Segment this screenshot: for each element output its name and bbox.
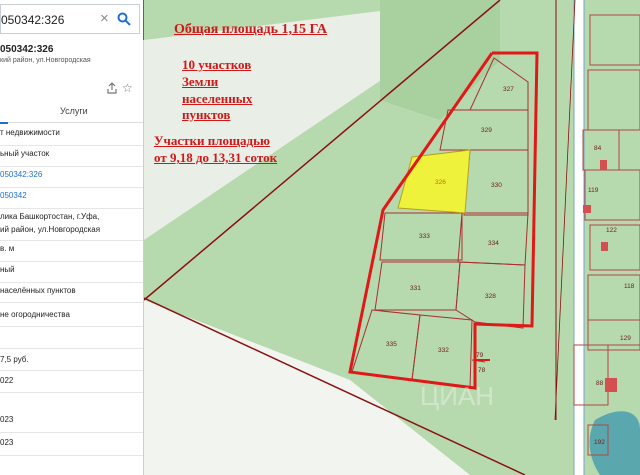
count-annotation-2: Земли <box>182 74 219 89</box>
row-divider <box>0 208 143 209</box>
info-row: 023 <box>0 438 14 447</box>
search-bar[interactable]: 050342:326 × <box>0 4 140 34</box>
row-divider <box>0 432 143 433</box>
close-icon[interactable]: × <box>100 11 114 27</box>
east-parcel-label-118: 118 <box>624 283 635 290</box>
row-divider <box>0 392 143 393</box>
plot-label-78: 78 <box>478 367 486 374</box>
star-icon[interactable]: ☆ <box>122 82 133 94</box>
plot-label-329: 329 <box>481 127 492 134</box>
info-row: 7,5 руб. <box>0 355 29 364</box>
info-row-link[interactable]: 050342 <box>0 191 143 200</box>
count-annotation-1: 10 участков <box>182 57 252 72</box>
row-divider <box>0 370 143 371</box>
row-divider <box>0 261 143 262</box>
row-divider <box>0 348 143 349</box>
info-row: 023 <box>0 415 14 424</box>
east-parcel-label-88: 88 <box>596 380 604 387</box>
row-divider <box>0 326 143 327</box>
parcel-title: 050342:326 <box>0 44 54 55</box>
row-divider <box>0 282 143 283</box>
tab-bar: Услуги <box>0 100 143 124</box>
plot-label-330: 330 <box>491 182 502 189</box>
plot-label-326: 326 <box>435 179 446 186</box>
search-input[interactable]: 050342:326 <box>1 13 64 27</box>
plot-label-79: 79 <box>476 352 484 359</box>
plot-label-331: 331 <box>410 285 421 292</box>
tab-services[interactable]: Услуги <box>60 106 88 116</box>
east-parcel-label-192: 192 <box>594 439 605 446</box>
tab-info[interactable] <box>0 100 8 124</box>
plot-label-332: 332 <box>438 347 449 354</box>
row-divider <box>0 166 143 167</box>
area-annotation: Общая площадь 1,15 ГА <box>174 22 328 37</box>
east-parcel-label-122: 122 <box>606 227 617 234</box>
info-row-link[interactable]: 050342:326 <box>0 170 143 179</box>
info-row: населённых пунктов <box>0 286 76 295</box>
count-annotation-3: населенных <box>182 91 253 106</box>
row-divider <box>0 455 143 456</box>
plot-label-335: 335 <box>386 341 397 348</box>
row-divider <box>0 145 143 146</box>
plot-label-334: 334 <box>488 240 499 247</box>
size-annotation-1: Участки площадью <box>154 133 270 148</box>
info-row: ьный участок <box>0 149 50 158</box>
row-divider <box>0 240 143 241</box>
road-vertical <box>574 0 584 475</box>
info-panel: 050342:326 × 050342:326 кий район, ул.Но… <box>0 0 144 475</box>
info-row: не огородничества <box>0 310 70 319</box>
info-row: в. м <box>0 244 15 253</box>
cadastral-map[interactable]: 327 329 326 330 333 334 331 328 335 332 79 78 84 119… <box>144 0 640 475</box>
plot-label-333: 333 <box>419 233 430 240</box>
parcel-address: кий район, ул.Новгородская <box>0 57 91 64</box>
size-annotation-2: от 9,18 до 13,31 соток <box>154 150 278 165</box>
info-row: 022 <box>0 376 14 385</box>
count-annotation-4: пунктов <box>182 107 231 122</box>
east-parcel-label-84: 84 <box>594 145 602 152</box>
search-icon[interactable] <box>117 12 131 26</box>
east-parcel-label-129: 129 <box>620 335 631 342</box>
info-row: т недвижимости <box>0 128 60 137</box>
plot-label-327: 327 <box>503 86 514 93</box>
info-row: ный <box>0 265 15 274</box>
info-row: ий район, ул.Новгородская <box>0 225 101 234</box>
info-row: лика Башкортостан, г.Уфа, <box>0 212 100 221</box>
row-divider <box>0 187 143 188</box>
share-icon[interactable] <box>106 82 118 94</box>
watermark: ЦИАН <box>420 381 494 411</box>
east-parcel-label-119: 119 <box>588 187 599 194</box>
row-divider <box>0 302 143 303</box>
plot-label-328: 328 <box>485 293 496 300</box>
